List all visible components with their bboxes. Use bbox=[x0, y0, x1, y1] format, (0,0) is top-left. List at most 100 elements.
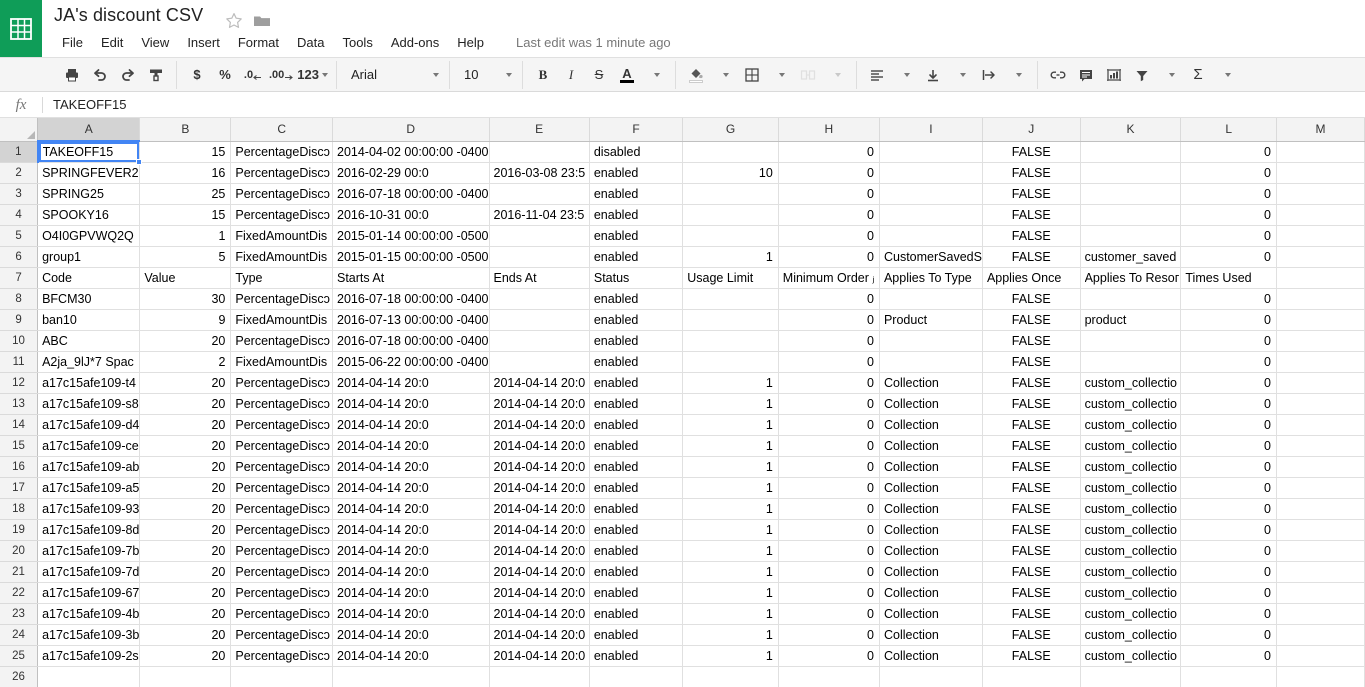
cell-G24[interactable]: 1 bbox=[683, 625, 779, 646]
cell-I25[interactable]: Collection bbox=[879, 646, 982, 667]
menu-format[interactable]: Format bbox=[230, 33, 287, 52]
row-header-2[interactable]: 2 bbox=[0, 163, 38, 184]
row-header-15[interactable]: 15 bbox=[0, 436, 38, 457]
row-header-26[interactable]: 26 bbox=[0, 667, 38, 687]
row-header-23[interactable]: 23 bbox=[0, 604, 38, 625]
cell-G26[interactable] bbox=[683, 667, 779, 687]
cell-J20[interactable]: FALSE bbox=[982, 541, 1080, 562]
cell-E6[interactable] bbox=[489, 247, 589, 268]
cell-E5[interactable] bbox=[489, 226, 589, 247]
cell-K3[interactable] bbox=[1080, 184, 1181, 205]
cell-F17[interactable]: enabled bbox=[589, 478, 682, 499]
filter-dropdown[interactable] bbox=[1158, 63, 1182, 87]
cell-K14[interactable]: custom_collectio bbox=[1080, 415, 1181, 436]
cell-G1[interactable] bbox=[683, 141, 779, 163]
cell-C14[interactable]: PercentageDiscɔ bbox=[231, 415, 333, 436]
cell-B5[interactable]: 1 bbox=[140, 226, 231, 247]
cell-F5[interactable]: enabled bbox=[589, 226, 682, 247]
vertical-align-icon[interactable] bbox=[921, 63, 945, 87]
cell-B2[interactable]: 16 bbox=[140, 163, 231, 184]
cell-M23[interactable] bbox=[1276, 604, 1364, 625]
cell-J2[interactable]: FALSE bbox=[982, 163, 1080, 184]
fill-handle[interactable] bbox=[136, 159, 142, 165]
cell-D23[interactable]: 2014-04-14 20:0 bbox=[333, 604, 490, 625]
cell-A16[interactable]: a17c15afe109-ab bbox=[38, 457, 140, 478]
cell-L6[interactable]: 0 bbox=[1181, 247, 1277, 268]
cell-M17[interactable] bbox=[1276, 478, 1364, 499]
cell-E26[interactable] bbox=[489, 667, 589, 687]
menu-help[interactable]: Help bbox=[449, 33, 492, 52]
cell-J3[interactable]: FALSE bbox=[982, 184, 1080, 205]
cell-B26[interactable] bbox=[140, 667, 231, 687]
cell-J14[interactable]: FALSE bbox=[982, 415, 1080, 436]
cell-L13[interactable]: 0 bbox=[1181, 394, 1277, 415]
cell-K2[interactable] bbox=[1080, 163, 1181, 184]
percent-format-button[interactable]: % bbox=[213, 63, 237, 87]
functions-dropdown[interactable] bbox=[1214, 63, 1238, 87]
cell-B9[interactable]: 9 bbox=[140, 310, 231, 331]
cell-D5[interactable]: 2015-01-14 00:00:00 -0500 bbox=[333, 226, 490, 247]
cell-D11[interactable]: 2015-06-22 00:00:00 -0400 bbox=[333, 352, 490, 373]
cell-B17[interactable]: 20 bbox=[140, 478, 231, 499]
more-formats-button[interactable]: 123 bbox=[297, 63, 328, 87]
cell-C21[interactable]: PercentageDiscɔ bbox=[231, 562, 333, 583]
cell-B8[interactable]: 30 bbox=[140, 289, 231, 310]
cell-L7[interactable]: Times Used bbox=[1181, 268, 1277, 289]
cell-E7[interactable]: Ends At bbox=[489, 268, 589, 289]
cell-A10[interactable]: ABC bbox=[38, 331, 140, 352]
star-icon[interactable] bbox=[224, 11, 244, 31]
cell-A15[interactable]: a17c15afe109-ce bbox=[38, 436, 140, 457]
cell-J1[interactable]: FALSE bbox=[982, 141, 1080, 163]
cell-H11[interactable]: 0 bbox=[778, 352, 879, 373]
cell-A3[interactable]: SPRING25 bbox=[38, 184, 140, 205]
column-header-g[interactable]: G bbox=[683, 118, 779, 141]
cell-K12[interactable]: custom_collectio bbox=[1080, 373, 1181, 394]
cell-F20[interactable]: enabled bbox=[589, 541, 682, 562]
cell-F3[interactable]: enabled bbox=[589, 184, 682, 205]
cell-L15[interactable]: 0 bbox=[1181, 436, 1277, 457]
cell-J26[interactable] bbox=[982, 667, 1080, 687]
cell-C22[interactable]: PercentageDiscɔ bbox=[231, 583, 333, 604]
text-wrap-dropdown[interactable] bbox=[1005, 63, 1029, 87]
cell-L16[interactable]: 0 bbox=[1181, 457, 1277, 478]
cell-I14[interactable]: Collection bbox=[879, 415, 982, 436]
cell-I5[interactable] bbox=[879, 226, 982, 247]
cell-K16[interactable]: custom_collectio bbox=[1080, 457, 1181, 478]
cell-F10[interactable]: enabled bbox=[589, 331, 682, 352]
cell-D6[interactable]: 2015-01-15 00:00:00 -0500 bbox=[333, 247, 490, 268]
borders-icon[interactable] bbox=[740, 63, 764, 87]
column-header-h[interactable]: H bbox=[778, 118, 879, 141]
cell-D25[interactable]: 2014-04-14 20:0 bbox=[333, 646, 490, 667]
cell-L14[interactable]: 0 bbox=[1181, 415, 1277, 436]
cell-E21[interactable]: 2014-04-14 20:0 bbox=[489, 562, 589, 583]
font-size-select[interactable]: 10 bbox=[456, 63, 516, 87]
cell-J13[interactable]: FALSE bbox=[982, 394, 1080, 415]
cell-G25[interactable]: 1 bbox=[683, 646, 779, 667]
cell-K23[interactable]: custom_collectio bbox=[1080, 604, 1181, 625]
row-header-17[interactable]: 17 bbox=[0, 478, 38, 499]
cell-A12[interactable]: a17c15afe109-t4 bbox=[38, 373, 140, 394]
row-header-8[interactable]: 8 bbox=[0, 289, 38, 310]
cell-M7[interactable] bbox=[1276, 268, 1364, 289]
column-header-a[interactable]: A bbox=[38, 118, 140, 141]
cell-M10[interactable] bbox=[1276, 331, 1364, 352]
cell-I7[interactable]: Applies To Type bbox=[879, 268, 982, 289]
cell-F21[interactable]: enabled bbox=[589, 562, 682, 583]
row-header-16[interactable]: 16 bbox=[0, 457, 38, 478]
row-header-10[interactable]: 10 bbox=[0, 331, 38, 352]
active-cell-A1[interactable]: TAKEOFF15 bbox=[38, 141, 140, 163]
cell-G7[interactable]: Usage Limit bbox=[683, 268, 779, 289]
cell-C4[interactable]: PercentageDiscɔ bbox=[231, 205, 333, 226]
cell-J23[interactable]: FALSE bbox=[982, 604, 1080, 625]
cell-F14[interactable]: enabled bbox=[589, 415, 682, 436]
cell-L17[interactable]: 0 bbox=[1181, 478, 1277, 499]
cell-K10[interactable] bbox=[1080, 331, 1181, 352]
cell-K24[interactable]: custom_collectio bbox=[1080, 625, 1181, 646]
row-header-3[interactable]: 3 bbox=[0, 184, 38, 205]
cell-G2[interactable]: 10 bbox=[683, 163, 779, 184]
cell-M9[interactable] bbox=[1276, 310, 1364, 331]
cell-E17[interactable]: 2014-04-14 20:0 bbox=[489, 478, 589, 499]
cell-I24[interactable]: Collection bbox=[879, 625, 982, 646]
cell-K9[interactable]: product bbox=[1080, 310, 1181, 331]
row-header-11[interactable]: 11 bbox=[0, 352, 38, 373]
